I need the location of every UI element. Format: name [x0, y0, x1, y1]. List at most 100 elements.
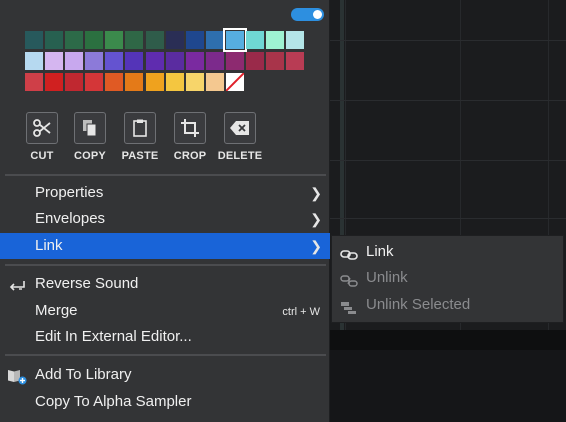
menu-divider: [5, 354, 326, 356]
menu-divider: [5, 174, 326, 176]
color-swatch[interactable]: [45, 31, 64, 49]
color-swatch[interactable]: [125, 73, 144, 91]
menu-item-label: Merge: [35, 302, 78, 319]
grid-line: [330, 160, 566, 161]
color-swatch[interactable]: [266, 52, 285, 70]
delete-label: DELETE: [217, 150, 263, 162]
submenu-item-label: Link: [366, 243, 394, 260]
no-color-swatch[interactable]: [225, 73, 244, 91]
color-swatch[interactable]: [25, 73, 43, 91]
copy-icon: [74, 112, 106, 144]
color-swatch[interactable]: [25, 52, 43, 70]
cut-button[interactable]: CUT: [18, 112, 66, 168]
color-swatch[interactable]: [85, 31, 104, 49]
color-palette: [25, 28, 307, 95]
color-swatch[interactable]: [205, 52, 224, 70]
color-swatch[interactable]: [85, 73, 104, 91]
menu-item-reverse-sound[interactable]: Reverse Sound: [0, 271, 330, 297]
unlink-selected-icon: [340, 298, 358, 314]
menu-item-label: Copy To Alpha Sampler: [35, 393, 192, 410]
scissors-icon: [26, 112, 58, 144]
menu-item-label: Properties: [35, 184, 104, 201]
color-swatch[interactable]: [185, 52, 204, 70]
color-swatch[interactable]: [246, 31, 265, 49]
library-add-icon: [7, 367, 27, 385]
menu-item-label: Edit In External Editor...: [35, 328, 192, 345]
copy-button[interactable]: COPY: [66, 112, 114, 168]
shortcut-text: ctrl + W: [282, 306, 320, 318]
color-swatch[interactable]: [286, 52, 305, 70]
crop-icon: [174, 112, 206, 144]
toggle-knob: [313, 10, 322, 19]
submenu-item-unlink[interactable]: Unlink: [332, 265, 565, 291]
chevron-right-icon: ❯: [310, 211, 322, 227]
menu-item-label: Add To Library: [35, 366, 132, 383]
menu-item-add-to-library[interactable]: Add To Library: [0, 362, 330, 388]
menu-divider: [5, 264, 326, 266]
submenu-item-label: Unlink: [366, 269, 408, 286]
track-divider: [330, 330, 566, 350]
color-swatch[interactable]: [145, 73, 164, 91]
crop-label: CROP: [173, 150, 207, 162]
color-swatch[interactable]: [125, 52, 144, 70]
color-swatch[interactable]: [105, 52, 124, 70]
menu-item-envelopes[interactable]: Envelopes ❯: [0, 206, 330, 232]
color-swatch[interactable]: [222, 28, 247, 52]
color-swatch[interactable]: [286, 31, 305, 49]
copy-label: COPY: [74, 150, 106, 162]
color-swatch[interactable]: [185, 31, 204, 49]
color-swatch[interactable]: [145, 31, 164, 49]
submenu-item-label: Unlink Selected: [366, 296, 471, 313]
chevron-right-icon: ❯: [310, 238, 322, 254]
chevron-right-icon: ❯: [310, 185, 322, 201]
color-swatch[interactable]: [25, 31, 43, 49]
color-swatch[interactable]: [266, 31, 285, 49]
track-lane: [330, 350, 566, 422]
context-menu: CUT COPY PASTE CROP DELETE Properties ❯ …: [0, 0, 330, 422]
paste-label: PASTE: [121, 150, 159, 162]
color-swatch[interactable]: [205, 31, 224, 49]
menu-item-label: Envelopes: [35, 210, 106, 227]
color-swatch[interactable]: [105, 73, 124, 91]
unlink-icon: [340, 271, 358, 287]
menu-item-label: Link: [35, 237, 63, 254]
color-swatch[interactable]: [65, 73, 84, 91]
color-swatch[interactable]: [246, 52, 265, 70]
reverse-icon: [7, 276, 27, 292]
toggle-switch[interactable]: [291, 8, 324, 21]
color-swatch[interactable]: [45, 52, 64, 70]
color-swatch[interactable]: [165, 31, 184, 49]
color-swatch[interactable]: [165, 52, 184, 70]
grid-line: [330, 218, 566, 219]
paste-button[interactable]: PASTE: [116, 112, 164, 168]
grid-line: [330, 40, 566, 41]
menu-item-copy-to-alpha-sampler[interactable]: Copy To Alpha Sampler: [0, 389, 330, 415]
menu-item-merge[interactable]: Merge ctrl + W: [0, 298, 330, 324]
color-swatch[interactable]: [45, 73, 64, 91]
menu-item-label: Reverse Sound: [35, 275, 139, 292]
color-swatch[interactable]: [185, 73, 204, 91]
edit-toolbar: CUT COPY PASTE CROP DELETE: [18, 112, 278, 168]
delete-button[interactable]: DELETE: [216, 112, 264, 168]
cut-label: CUT: [30, 150, 54, 162]
color-swatch[interactable]: [225, 52, 244, 70]
submenu-item-link[interactable]: Link: [332, 239, 565, 265]
color-swatch[interactable]: [125, 31, 144, 49]
color-swatch[interactable]: [205, 73, 224, 91]
submenu-item-unlink-selected[interactable]: Unlink Selected: [332, 292, 565, 318]
color-swatch[interactable]: [145, 52, 164, 70]
color-swatch[interactable]: [165, 73, 184, 91]
menu-item-edit-external[interactable]: Edit In External Editor...: [0, 324, 330, 350]
color-swatch[interactable]: [65, 31, 84, 49]
clipboard-icon: [124, 112, 156, 144]
menu-item-link[interactable]: Link ❯: [0, 233, 330, 259]
link-icon: [340, 245, 358, 260]
grid-line: [330, 100, 566, 101]
color-swatch[interactable]: [105, 31, 124, 49]
menu-item-properties[interactable]: Properties ❯: [0, 180, 330, 206]
color-swatch[interactable]: [65, 52, 84, 70]
backspace-icon: [224, 112, 256, 144]
link-submenu: Link Unlink Unlink Selected: [331, 235, 564, 323]
crop-button[interactable]: CROP: [166, 112, 214, 168]
color-swatch[interactable]: [85, 52, 104, 70]
